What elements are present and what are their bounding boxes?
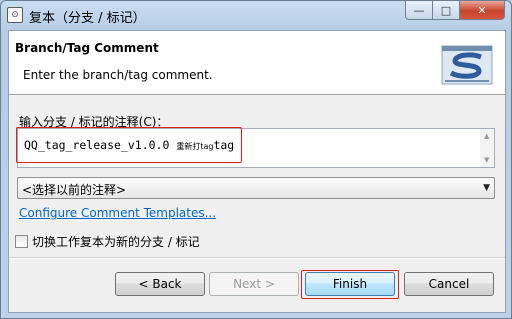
dialog-client-area: Branch/Tag Comment Enter the branch/tag … [8, 30, 506, 313]
dialog-window: ⊙ 复本（分支 / 标记） — □ ✕ Branch/Tag Comment E… [0, 0, 512, 319]
comment-textarea[interactable]: QQ_tag_release_v1.0.0 重新打tagtag ▲ ▼ [17, 128, 495, 168]
back-button[interactable]: < Back [115, 272, 205, 296]
minimize-button[interactable]: — [405, 1, 433, 20]
wizard-banner: Branch/Tag Comment Enter the branch/tag … [9, 31, 505, 95]
comment-value-main: QQ_tag_release_v1.0.0 [24, 138, 177, 152]
banner-title: Branch/Tag Comment [15, 41, 159, 55]
switch-working-copy-option[interactable]: 切换工作复本为新的分支 / 标记 [15, 233, 200, 250]
cancel-button[interactable]: Cancel [404, 272, 494, 296]
title-bar[interactable]: ⊙ 复本（分支 / 标记） — □ ✕ [1, 1, 511, 29]
finish-button[interactable]: Finish [305, 272, 395, 296]
banner-description: Enter the branch/tag comment. [23, 68, 213, 82]
app-icon: ⊙ [7, 7, 23, 23]
comment-value-small: 重新打tag [176, 142, 214, 151]
previous-comments-dropdown[interactable]: <选择以前的注释> ▼ [17, 177, 495, 199]
switch-working-copy-label: 切换工作复本为新的分支 / 标记 [32, 235, 200, 249]
comment-scrollbar[interactable]: ▲ ▼ [480, 129, 494, 167]
close-button[interactable]: ✕ [459, 1, 505, 20]
scroll-up-icon[interactable]: ▲ [484, 132, 489, 140]
window-title: 复本（分支 / 标记） [29, 11, 146, 26]
comment-value-tail: tag [213, 138, 235, 152]
switch-working-copy-checkbox[interactable] [15, 235, 28, 248]
chevron-down-icon[interactable]: ▼ [483, 183, 490, 193]
comment-text: QQ_tag_release_v1.0.0 重新打tagtag [24, 138, 234, 152]
scroll-down-icon[interactable]: ▼ [484, 156, 489, 164]
svn-copy-wizard-icon [441, 45, 493, 85]
previous-comments-value: <选择以前的注释> [22, 183, 127, 197]
button-separator [9, 257, 505, 259]
maximize-button[interactable]: □ [432, 1, 460, 20]
configure-templates-link[interactable]: Configure Comment Templates... [19, 206, 216, 220]
next-button[interactable]: Next > [209, 272, 299, 296]
